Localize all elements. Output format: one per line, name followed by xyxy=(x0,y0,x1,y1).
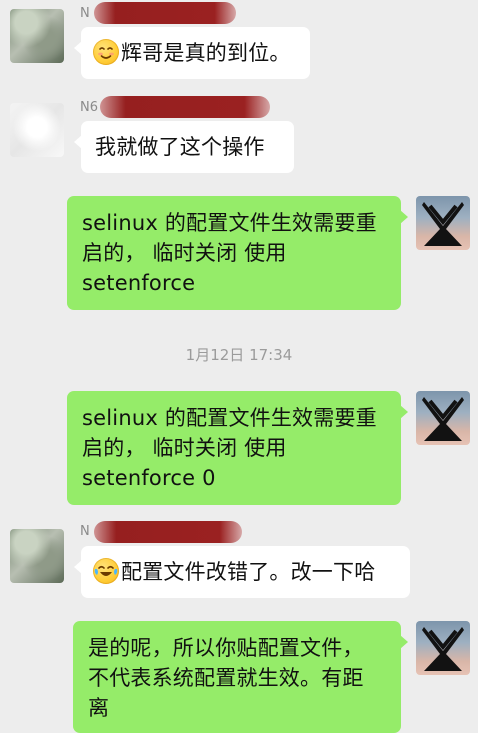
message-bubble-outgoing[interactable]: selinux 的配置文件生效需要重 启的， 临时关闭 使用 setenforc… xyxy=(67,391,408,505)
message-text-line: selinux 的配置文件生效需要重 xyxy=(82,406,377,430)
name-redaction-mask xyxy=(94,521,242,543)
contact-avatar[interactable] xyxy=(10,9,64,63)
sender-name: N6 xyxy=(80,100,98,115)
message-text-line: selinux 的配置文件生效需要重 xyxy=(82,211,377,235)
message-text: 辉哥是真的到位。 xyxy=(121,41,291,65)
smile-blush-icon xyxy=(93,39,119,65)
crossed-swords-icon xyxy=(422,397,464,441)
message-text-line: 是的呢，所以你贴配置文件， xyxy=(88,636,364,660)
message-bubble-incoming[interactable]: 辉哥是真的到位。 xyxy=(74,27,310,79)
message-text-line: 不代表系统配置就生效。有距 xyxy=(88,666,364,690)
message-text: 我就做了这个操作 xyxy=(95,135,265,159)
my-avatar[interactable] xyxy=(416,391,470,445)
message-timestamp: 1月12日 17:34 xyxy=(185,346,293,364)
message-bubble-incoming[interactable]: 配置文件改错了。改一下哈 xyxy=(74,546,410,598)
message-bubble-outgoing[interactable]: 是的呢，所以你贴配置文件， 不代表系统配置就生效。有距 离 xyxy=(73,621,408,733)
my-avatar[interactable] xyxy=(416,196,470,250)
message-bubble-outgoing[interactable]: selinux 的配置文件生效需要重 启的， 临时关闭 使用 setenforc… xyxy=(67,196,408,310)
message-text: 配置文件改错了。改一下哈 xyxy=(121,560,376,584)
message-text-line: setenforce 0 xyxy=(82,466,216,490)
crossed-swords-icon xyxy=(422,202,464,246)
tears-of-joy-icon xyxy=(93,558,119,584)
message-text-line: 启的， 临时关闭 使用 xyxy=(82,241,287,265)
message-text-line: setenforce xyxy=(82,271,196,295)
contact-avatar[interactable] xyxy=(10,529,64,583)
crossed-swords-icon xyxy=(422,627,464,671)
name-redaction-mask xyxy=(94,2,236,24)
sender-name: N xyxy=(80,6,90,21)
message-bubble-incoming[interactable]: 我就做了这个操作 xyxy=(74,121,294,173)
name-redaction-mask xyxy=(100,96,270,118)
contact-avatar[interactable] xyxy=(10,103,64,157)
message-text-line: 启的， 临时关闭 使用 xyxy=(82,436,287,460)
sender-name: N xyxy=(80,524,90,539)
message-text-line: 离 xyxy=(88,696,110,720)
my-avatar[interactable] xyxy=(416,621,470,675)
